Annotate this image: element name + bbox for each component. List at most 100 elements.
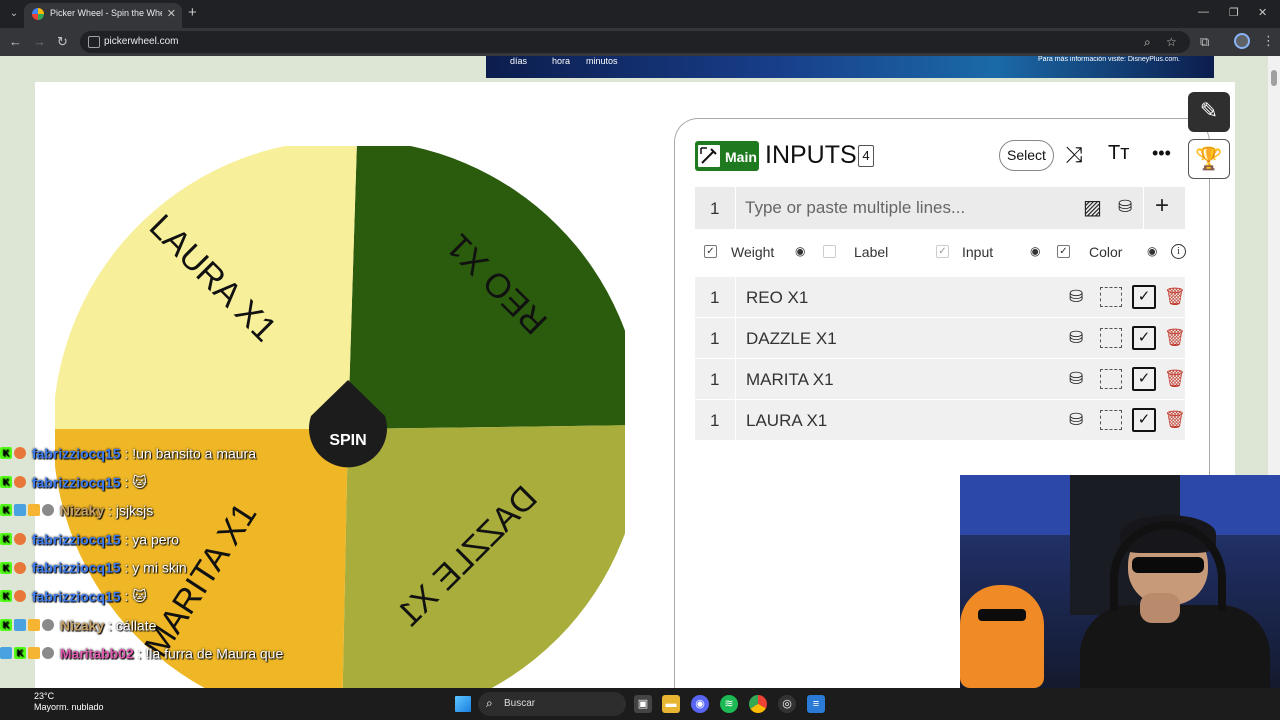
include-checkbox[interactable]: ✓ bbox=[1132, 285, 1156, 309]
restore-icon[interactable]: ❐ bbox=[1229, 6, 1239, 19]
entry-text[interactable]: REO X1 bbox=[746, 288, 808, 308]
hide-icon[interactable]: ⛁ bbox=[1069, 369, 1083, 389]
zoom-icon[interactable]: ⌕ bbox=[1144, 35, 1151, 50]
duplicate-icon[interactable] bbox=[1100, 287, 1122, 307]
extensions-icon[interactable]: ⧉ bbox=[1200, 34, 1209, 50]
entry-text[interactable]: MARITA X1 bbox=[746, 370, 834, 390]
browser-tab[interactable]: Picker Wheel - Spin the Wheel ✕ bbox=[24, 3, 182, 28]
entry-weight[interactable]: 1 bbox=[710, 370, 719, 390]
main-list-badge[interactable]: Main bbox=[695, 141, 759, 171]
gift-badge-icon bbox=[14, 618, 26, 631]
discord-icon[interactable]: ◉ bbox=[691, 695, 709, 713]
delete-icon[interactable]: 🗑 bbox=[1164, 328, 1186, 348]
site-info-icon[interactable] bbox=[88, 36, 100, 48]
chrome-icon[interactable] bbox=[749, 695, 767, 713]
search-icon: ⌕ bbox=[486, 696, 493, 710]
entry-text[interactable]: LAURA X1 bbox=[746, 411, 827, 431]
spotify-icon[interactable]: ≋ bbox=[720, 695, 738, 713]
hide-icon[interactable]: ⛁ bbox=[1069, 287, 1083, 307]
results-trophy-button[interactable]: 🏆 bbox=[1188, 139, 1230, 179]
avatar-badge-icon bbox=[42, 647, 54, 660]
select-button[interactable]: Select bbox=[999, 140, 1054, 171]
windows-start-icon[interactable] bbox=[455, 696, 471, 712]
hide-icon[interactable]: ⛁ bbox=[1069, 410, 1083, 430]
bookmark-star-icon[interactable]: ☆ bbox=[1166, 35, 1177, 49]
entry-weight[interactable]: 1 bbox=[710, 411, 719, 431]
input-eye-icon[interactable]: ◉ bbox=[1030, 244, 1040, 258]
label-checkbox[interactable] bbox=[823, 245, 836, 258]
main-badge-label: Main bbox=[725, 149, 757, 165]
image-icon[interactable]: ▨ bbox=[1083, 195, 1102, 220]
taskbar-search[interactable]: ⌕ Buscar bbox=[478, 692, 626, 716]
color-checkbox[interactable]: ✓ bbox=[1057, 245, 1070, 258]
entry-text[interactable]: DAZZLE X1 bbox=[746, 329, 837, 349]
chat-message: K fabrizziocq15 : ya pero bbox=[0, 530, 360, 559]
weight-eye-icon[interactable]: ◉ bbox=[795, 244, 805, 258]
color-eye-icon[interactable]: ◉ bbox=[1147, 244, 1157, 258]
browser-menu-icon[interactable]: ⋮ bbox=[1262, 33, 1275, 49]
display-options: ✓ Weight ◉ Label ✓ Input ◉ ✓ Color ◉ i bbox=[695, 241, 1186, 265]
scroll-thumb[interactable] bbox=[1271, 70, 1277, 86]
new-entry-input[interactable] bbox=[745, 197, 1075, 219]
weight-checkbox[interactable]: ✓ bbox=[704, 245, 717, 258]
more-options-icon[interactable]: ••• bbox=[1152, 143, 1171, 164]
delete-icon[interactable]: 🗑 bbox=[1164, 287, 1186, 307]
text-size-icon[interactable]: Tт bbox=[1108, 142, 1129, 165]
sub-badge-icon bbox=[14, 561, 26, 574]
entry-weight[interactable]: 1 bbox=[710, 329, 719, 349]
list-item[interactable]: 1 MARITA X1 ⛁ ✓ 🗑 bbox=[695, 359, 1186, 399]
reload-icon[interactable]: ↻ bbox=[57, 34, 68, 50]
color-option-label: Color bbox=[1089, 244, 1123, 260]
weather-widget[interactable]: 23°C Mayorm. nublado bbox=[4, 691, 104, 713]
entry-weight[interactable]: 1 bbox=[710, 288, 719, 308]
chat-message: K fabrizziocq15 : 🐱 bbox=[0, 587, 360, 616]
duplicate-icon[interactable] bbox=[1100, 410, 1122, 430]
window-close-icon[interactable]: ✕ bbox=[1258, 6, 1267, 19]
chat-username: fabrizziocq15 bbox=[31, 445, 121, 462]
profile-avatar[interactable] bbox=[1234, 33, 1250, 49]
weather-temp: 23°C bbox=[34, 691, 55, 701]
webcam-overlay bbox=[960, 475, 1280, 688]
task-view-icon[interactable]: ▣ bbox=[634, 695, 652, 713]
duplicate-icon[interactable] bbox=[1100, 328, 1122, 348]
tab-title: Picker Wheel - Spin the Wheel bbox=[50, 8, 162, 18]
list-item[interactable]: 1 REO X1 ⛁ ✓ 🗑 bbox=[695, 277, 1186, 317]
input-checkbox[interactable]: ✓ bbox=[936, 245, 949, 258]
new-tab-button[interactable]: + bbox=[188, 4, 197, 21]
info-icon[interactable]: i bbox=[1171, 244, 1186, 259]
minimize-icon[interactable]: — bbox=[1198, 6, 1209, 18]
url-text[interactable]: pickerwheel.com bbox=[104, 36, 178, 47]
include-checkbox[interactable]: ✓ bbox=[1132, 408, 1156, 432]
hide-icon[interactable]: ⛁ bbox=[1069, 328, 1083, 348]
kick-badge-icon: K bbox=[0, 475, 12, 488]
kick-badge-icon: K bbox=[0, 504, 12, 517]
entry-weight[interactable]: 1 bbox=[710, 199, 719, 219]
delete-icon[interactable]: 🗑 bbox=[1164, 369, 1186, 389]
kick-badge-icon: K bbox=[0, 561, 12, 574]
entries-list: 1 REO X1 ⛁ ✓ 🗑 1 DAZZLE X1 ⛁ ✓ 🗑 1 MARIT… bbox=[695, 277, 1186, 441]
windows-taskbar: 23°C Mayorm. nublado ⌕ Buscar ▣ ▬ ◉ ≋ ◎ … bbox=[0, 688, 1280, 720]
file-explorer-icon[interactable]: ▬ bbox=[662, 695, 680, 713]
gift-badge-icon bbox=[14, 504, 26, 517]
add-entry-icon[interactable]: + bbox=[1155, 192, 1169, 220]
back-icon[interactable]: ← bbox=[9, 34, 22, 49]
shuffle-icon[interactable]: ⤨ bbox=[1065, 142, 1083, 168]
tab-search-dropdown-icon[interactable]: ⌄ bbox=[6, 6, 22, 22]
obs-icon[interactable]: ◎ bbox=[778, 695, 796, 713]
delete-icon[interactable]: 🗑 bbox=[1164, 410, 1186, 430]
gift-badge-icon bbox=[0, 647, 12, 660]
ad-banner[interactable]: días hora minutos Para más información v… bbox=[486, 56, 1214, 78]
edit-mode-button[interactable]: ✎ bbox=[1188, 92, 1230, 132]
duplicate-icon[interactable] bbox=[1100, 369, 1122, 389]
list-item[interactable]: 1 DAZZLE X1 ⛁ ✓ 🗑 bbox=[695, 318, 1186, 358]
tab-close-icon[interactable]: ✕ bbox=[167, 7, 176, 20]
hide-entry-icon[interactable]: ⛁ bbox=[1118, 197, 1132, 217]
include-checkbox[interactable]: ✓ bbox=[1132, 367, 1156, 391]
forward-icon[interactable]: → bbox=[33, 34, 46, 49]
notepad-icon[interactable]: ≡ bbox=[807, 695, 825, 713]
include-checkbox[interactable]: ✓ bbox=[1132, 326, 1156, 350]
kick-badge-icon: K bbox=[0, 533, 12, 546]
address-bar[interactable]: pickerwheel.com ⌕ ☆ bbox=[80, 31, 1190, 53]
list-item[interactable]: 1 LAURA X1 ⛁ ✓ 🗑 bbox=[695, 400, 1186, 440]
avatar-badge-icon bbox=[42, 504, 54, 517]
